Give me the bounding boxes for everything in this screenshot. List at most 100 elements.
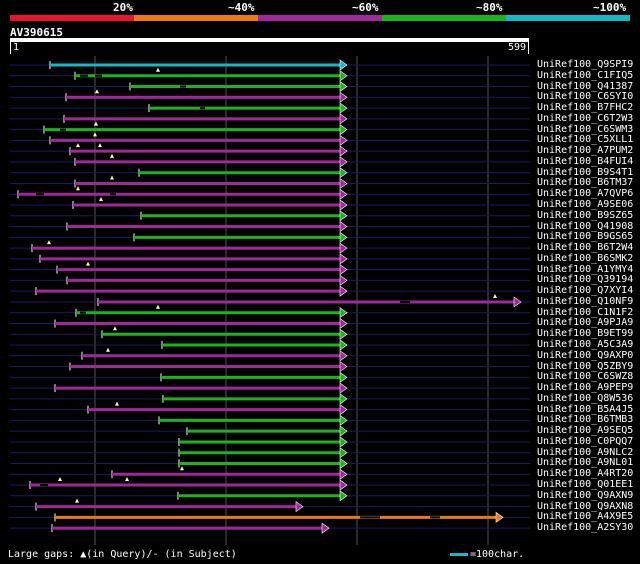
hit-row[interactable]: [10, 210, 530, 222]
hit-label[interactable]: UniRef100_B9GS65: [537, 231, 633, 242]
hit-row[interactable]: [10, 274, 530, 286]
hit-arrowhead: [339, 328, 348, 340]
hit-label[interactable]: UniRef100_A7QVP6: [537, 188, 633, 199]
hit-row[interactable]: [10, 153, 530, 168]
hit-row[interactable]: [10, 80, 530, 93]
hit-label[interactable]: UniRef100_A9NL01: [537, 457, 633, 468]
hit-label[interactable]: UniRef100_C6SWZ8: [537, 371, 633, 382]
hit-row[interactable]: [10, 186, 530, 200]
hit-row[interactable]: [10, 317, 530, 330]
hit-row[interactable]: [10, 304, 530, 319]
hit-row[interactable]: [10, 167, 530, 179]
hit-arrowhead: [339, 102, 348, 114]
hit-label[interactable]: UniRef100_B4FUI4: [537, 156, 633, 167]
hit-row[interactable]: [10, 498, 530, 513]
hit-label[interactable]: UniRef100_Q7XYI4: [537, 285, 633, 296]
hit-row[interactable]: [10, 143, 530, 157]
hit-row[interactable]: [10, 59, 530, 71]
hit-row[interactable]: [10, 490, 530, 502]
hit-row[interactable]: [10, 371, 530, 383]
hit-label[interactable]: UniRef100_C5XLL1: [537, 134, 633, 145]
hit-label[interactable]: UniRef100_A7PUM2: [537, 145, 633, 156]
hit-label[interactable]: UniRef100_Q8W536: [537, 393, 633, 404]
hit-label[interactable]: UniRef100_A9SE06: [537, 199, 633, 210]
hit-label[interactable]: UniRef100_B7FHC2: [537, 102, 633, 113]
hit-row[interactable]: [10, 220, 530, 233]
hit-row[interactable]: [10, 175, 530, 190]
hit-label[interactable]: UniRef100_Q41908: [537, 221, 633, 232]
hit-row[interactable]: [10, 102, 530, 114]
hit-label[interactable]: UniRef100_C6T2W3: [537, 113, 633, 124]
hit-arrowhead: [339, 210, 348, 222]
scale-label: =100char.: [470, 549, 525, 560]
hit-label[interactable]: UniRef100_B6SMK2: [537, 253, 633, 264]
hit-row[interactable]: [10, 339, 530, 351]
hit-label[interactable]: UniRef100_Q10NF9: [537, 296, 633, 307]
hit-row[interactable]: [10, 347, 530, 362]
hit-label[interactable]: UniRef100_Q5ZBY9: [537, 361, 633, 372]
hit-row[interactable]: [10, 425, 530, 437]
hit-label[interactable]: UniRef100_C0PQQ7: [537, 436, 633, 447]
hit-label[interactable]: UniRef100_B9ET99: [537, 328, 633, 339]
hit-label[interactable]: UniRef100_Q9AXP0: [537, 350, 633, 361]
hit-label[interactable]: UniRef100_A1YMY4: [537, 264, 633, 275]
hit-label[interactable]: UniRef100_B6TMB3: [537, 414, 633, 425]
hit-row[interactable]: [10, 261, 530, 276]
hit-arrowhead: [339, 199, 348, 211]
hit-label[interactable]: UniRef100_A5C3A9: [537, 339, 633, 350]
hit-row[interactable]: [10, 457, 530, 470]
hit-label[interactable]: UniRef100_B6T2W4: [537, 242, 633, 253]
hit-row[interactable]: [10, 401, 530, 416]
hit-label[interactable]: UniRef100_B9S4T1: [537, 167, 633, 178]
hit-label[interactable]: UniRef100_C6SYI0: [537, 91, 633, 102]
hit-row[interactable]: [10, 447, 530, 459]
hit-label[interactable]: UniRef100_C6SWM3: [537, 124, 633, 135]
hit-row[interactable]: [10, 326, 530, 340]
hit-row[interactable]: [10, 132, 530, 146]
hit-label[interactable]: UniRef100_B6TM37: [537, 177, 633, 188]
hit-row[interactable]: [10, 240, 530, 254]
hit-row[interactable]: [10, 522, 530, 534]
hit-label[interactable]: UniRef100_A9NLC2: [537, 447, 633, 458]
hit-label[interactable]: UniRef100_Q41387: [537, 81, 633, 92]
hit-row[interactable]: [10, 89, 530, 103]
hit-arrowhead: [339, 253, 348, 265]
hit-label[interactable]: UniRef100_C1N1F2: [537, 307, 633, 318]
hit-label[interactable]: UniRef100_Q9AXN8: [537, 501, 633, 512]
hit-row[interactable]: [10, 67, 530, 82]
hit-row[interactable]: [10, 393, 530, 405]
hit-label[interactable]: UniRef100_A9PJA9: [537, 317, 633, 328]
hit-row[interactable]: [10, 285, 530, 297]
hit-label[interactable]: UniRef100_A9PEP9: [537, 382, 633, 393]
query-gap-marker: [98, 143, 102, 148]
hit-row[interactable]: [10, 477, 530, 491]
hit-arrowhead: [339, 156, 348, 168]
hit-arrowhead: [495, 511, 504, 523]
query-gap-marker: [156, 67, 160, 72]
query-gap-marker: [47, 240, 51, 245]
hit-arrowhead: [339, 393, 348, 405]
hit-label[interactable]: UniRef100_A2SY30: [537, 522, 633, 533]
hit-arrowhead: [339, 59, 348, 71]
hit-label[interactable]: UniRef100_Q39194: [537, 274, 633, 285]
hit-label[interactable]: UniRef100_B5A4J5: [537, 404, 633, 415]
hit-label[interactable]: UniRef100_B9SZ65: [537, 210, 633, 221]
hit-row[interactable]: [10, 511, 530, 523]
hit-label[interactable]: UniRef100_A9SEQ5: [537, 425, 633, 436]
hit-label[interactable]: UniRef100_Q9AXN9: [537, 490, 633, 501]
hit-row[interactable]: [10, 293, 530, 308]
hit-row[interactable]: [10, 121, 530, 136]
hit-row[interactable]: [10, 436, 530, 448]
hit-label[interactable]: UniRef100_Q01EE1: [537, 479, 633, 490]
hit-row[interactable]: [10, 113, 530, 125]
hit-row[interactable]: [10, 197, 530, 211]
hit-row[interactable]: [10, 466, 530, 480]
hit-row[interactable]: [10, 414, 530, 426]
hit-label[interactable]: UniRef100_C1FIQ5: [537, 70, 633, 81]
hit-row[interactable]: [10, 382, 530, 394]
hit-label[interactable]: UniRef100_Q9SPI9: [537, 59, 633, 70]
hit-row[interactable]: [10, 231, 530, 243]
hit-row[interactable]: [10, 360, 530, 373]
hit-label[interactable]: UniRef100_A4RT20: [537, 468, 633, 479]
hit-label[interactable]: UniRef100_A4X9E5: [537, 511, 633, 522]
